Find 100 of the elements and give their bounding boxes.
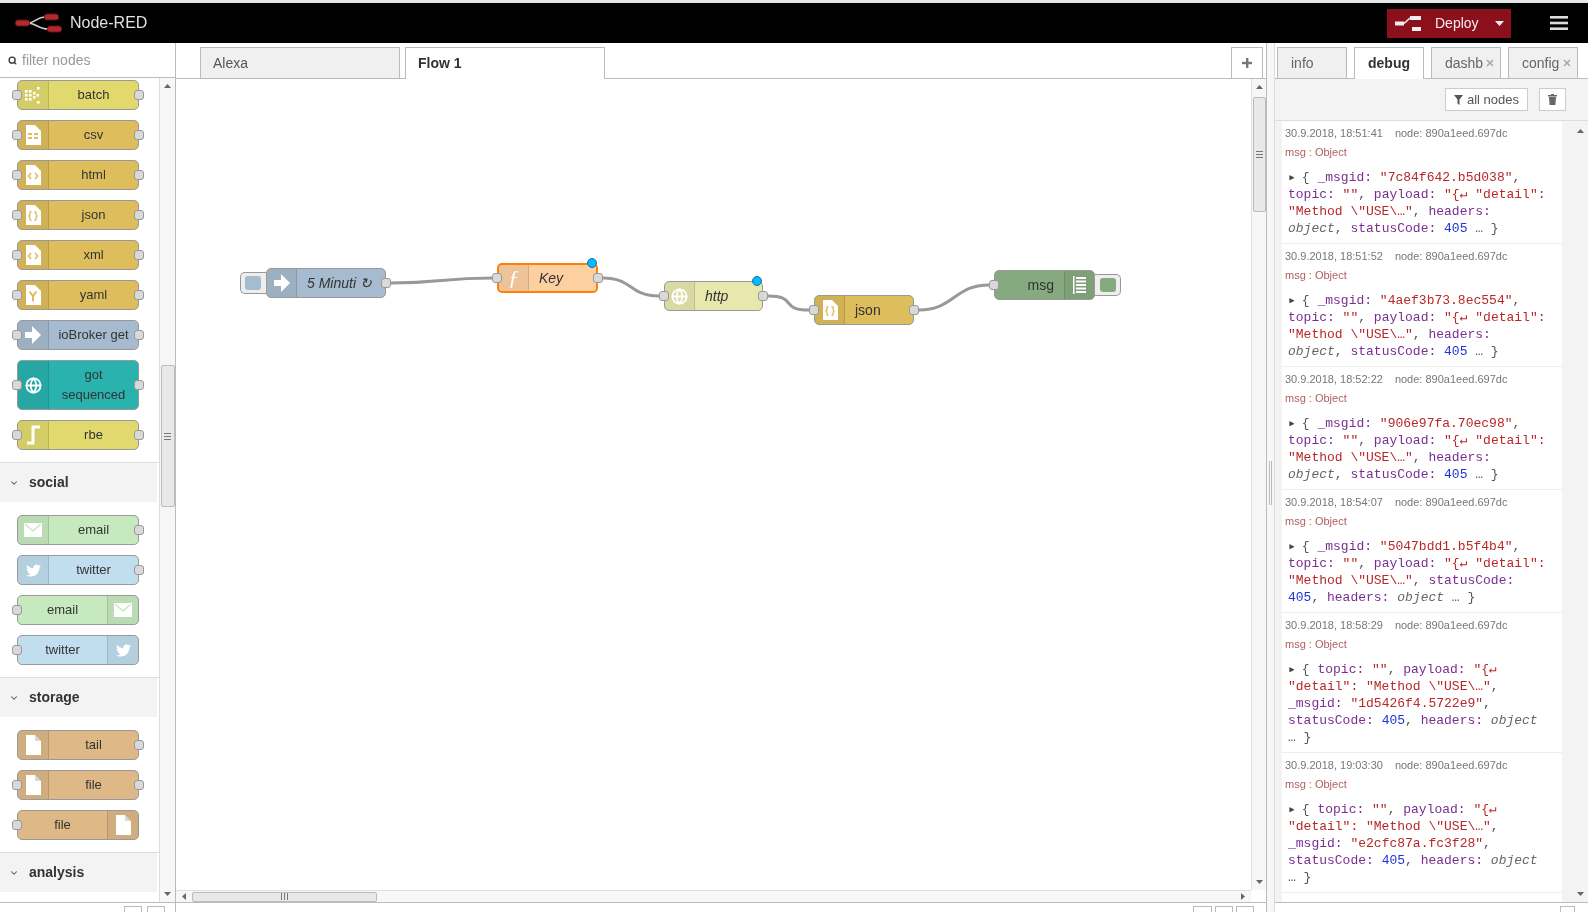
input-port[interactable] xyxy=(12,210,22,220)
flow-node[interactable]: 5 Minuti ↻ xyxy=(266,268,386,298)
palette-node[interactable]: xml xyxy=(17,240,139,270)
output-port[interactable] xyxy=(134,90,144,100)
output-port[interactable] xyxy=(909,305,919,315)
palette-node[interactable]: html xyxy=(17,160,139,190)
output-port[interactable] xyxy=(758,291,768,301)
flow-node[interactable]: http xyxy=(664,281,763,311)
palette-node[interactable]: json xyxy=(17,200,139,230)
palette-node[interactable]: email xyxy=(17,515,139,545)
inject-button[interactable] xyxy=(240,272,266,294)
output-port[interactable] xyxy=(134,210,144,220)
scroll-down-icon[interactable] xyxy=(1576,892,1584,896)
input-port[interactable] xyxy=(12,330,22,340)
input-port[interactable] xyxy=(492,273,502,283)
input-port[interactable] xyxy=(12,380,22,390)
flow-node[interactable]: ƒ Key xyxy=(497,263,598,293)
palette-node[interactable]: email xyxy=(17,595,139,625)
scroll-left-icon[interactable] xyxy=(182,893,186,900)
output-port[interactable] xyxy=(134,565,144,575)
output-port[interactable] xyxy=(134,380,144,390)
clear-button[interactable] xyxy=(1539,88,1566,111)
wire[interactable] xyxy=(602,276,660,298)
input-port[interactable] xyxy=(12,820,22,830)
input-port[interactable] xyxy=(659,291,669,301)
palette-node[interactable]: twitter xyxy=(17,635,139,665)
category-header[interactable]: analysis xyxy=(0,853,157,892)
resize-handle[interactable] xyxy=(1269,460,1272,505)
input-port[interactable] xyxy=(12,290,22,300)
scroll-up-icon[interactable] xyxy=(164,84,171,88)
palette-node[interactable]: file xyxy=(17,770,139,800)
input-port[interactable] xyxy=(12,780,22,790)
close-icon[interactable] xyxy=(1562,58,1572,68)
footer-button[interactable] xyxy=(1193,906,1212,912)
flow-tab[interactable]: Alexa xyxy=(200,47,400,78)
palette-node[interactable]: got sequenced xyxy=(17,360,139,410)
scrollbar-thumb[interactable] xyxy=(192,891,377,902)
output-port[interactable] xyxy=(593,273,603,283)
sidebar-tab[interactable]: debug xyxy=(1354,47,1424,79)
input-port[interactable] xyxy=(12,250,22,260)
add-flow-button[interactable] xyxy=(1231,47,1263,78)
category-header[interactable]: storage xyxy=(0,678,157,717)
input-port[interactable] xyxy=(12,645,22,655)
output-port[interactable] xyxy=(134,250,144,260)
category-header[interactable]: social xyxy=(0,463,157,502)
scroll-down-icon[interactable] xyxy=(1255,880,1263,884)
output-port[interactable] xyxy=(134,290,144,300)
input-port[interactable] xyxy=(989,280,999,290)
sidebar-tab[interactable]: config xyxy=(1508,47,1578,78)
sidebar-tab[interactable]: dashb xyxy=(1431,47,1501,78)
footer-button[interactable] xyxy=(1236,906,1254,912)
output-port[interactable] xyxy=(381,278,391,288)
output-port[interactable] xyxy=(134,780,144,790)
scrollbar-thumb[interactable] xyxy=(1252,97,1266,212)
output-port[interactable] xyxy=(134,430,144,440)
sidebar-tab[interactable]: info xyxy=(1277,47,1347,78)
flow-node[interactable]: msg xyxy=(994,270,1095,300)
scroll-up-icon[interactable] xyxy=(1576,129,1584,133)
wire[interactable] xyxy=(767,294,810,312)
flow-node[interactable]: json xyxy=(814,295,914,325)
scrollbar[interactable] xyxy=(176,890,1251,902)
scroll-up-icon[interactable] xyxy=(1255,85,1263,89)
footer-button[interactable] xyxy=(124,906,142,912)
deploy-options-button[interactable] xyxy=(1487,8,1511,38)
footer-button[interactable] xyxy=(1215,906,1233,912)
scrollbar-thumb[interactable] xyxy=(160,365,175,507)
input-port[interactable] xyxy=(12,130,22,140)
palette-node[interactable]: ioBroker get xyxy=(17,320,139,350)
input-port[interactable] xyxy=(12,170,22,180)
search-field[interactable]: filter nodes xyxy=(22,49,162,71)
footer-button[interactable] xyxy=(147,906,165,912)
deploy-button[interactable]: Deploy xyxy=(1387,8,1487,38)
palette-node[interactable]: batch xyxy=(17,80,139,110)
palette-node[interactable]: yaml xyxy=(17,280,139,310)
palette-node[interactable]: csv xyxy=(17,120,139,150)
output-port[interactable] xyxy=(134,330,144,340)
flow-tab[interactable]: Flow 1 xyxy=(405,47,605,79)
palette-node[interactable]: tail xyxy=(17,730,139,760)
input-port[interactable] xyxy=(12,90,22,100)
filter-button[interactable]: all nodes xyxy=(1445,88,1528,111)
scrollbar[interactable] xyxy=(159,78,175,902)
output-port[interactable] xyxy=(134,170,144,180)
input-port[interactable] xyxy=(12,605,22,615)
scroll-down-icon[interactable] xyxy=(164,892,171,896)
palette-node[interactable]: file xyxy=(17,810,139,840)
wire[interactable] xyxy=(391,276,492,285)
output-port[interactable] xyxy=(134,130,144,140)
footer-button[interactable] xyxy=(1560,906,1575,912)
close-icon[interactable] xyxy=(1485,58,1495,68)
input-port[interactable] xyxy=(809,305,819,315)
palette-node[interactable]: rbe xyxy=(17,420,139,450)
palette-node[interactable]: twitter xyxy=(17,555,139,585)
scrollbar[interactable] xyxy=(1251,79,1266,890)
output-port[interactable] xyxy=(134,740,144,750)
input-port[interactable] xyxy=(12,430,22,440)
toggle-button[interactable] xyxy=(1095,274,1121,296)
wire[interactable] xyxy=(918,283,990,312)
document-icon xyxy=(25,775,41,795)
scroll-right-icon[interactable] xyxy=(1241,893,1245,900)
output-port[interactable] xyxy=(134,525,144,535)
